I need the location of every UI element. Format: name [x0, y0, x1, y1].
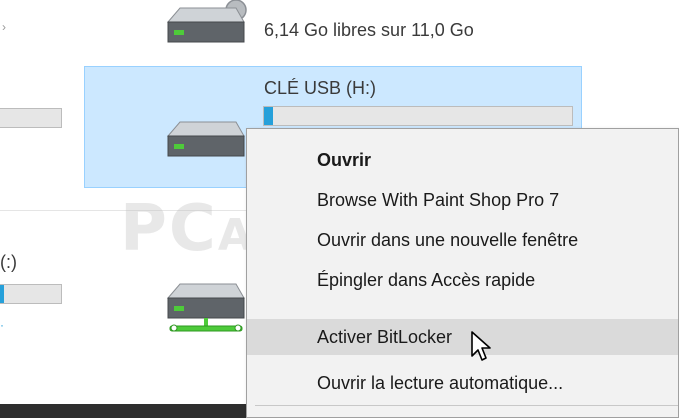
expand-arrow-icon[interactable]: ›	[2, 20, 6, 34]
usb-drive-icon	[160, 116, 250, 164]
usb-drive-usage-fill	[264, 107, 274, 125]
partial-drive-usage-fill	[0, 285, 4, 303]
menu-item-open[interactable]: Ouvrir	[247, 142, 678, 178]
menu-item-open-autoplay[interactable]: Ouvrir la lecture automatique...	[247, 365, 678, 401]
menu-item-activate-bitlocker[interactable]: Activer BitLocker	[247, 319, 678, 355]
screenshot-root: › 6,14 Go libres sur 11,0 Go CLÉ USB (H:…	[0, 0, 679, 418]
partial-drive-usage-bar	[0, 284, 62, 304]
usb-drive-usage-bar	[263, 106, 573, 126]
network-drive-icon[interactable]	[160, 278, 250, 338]
menu-item-open-new-window[interactable]: Ouvrir dans une nouvelle fenêtre	[247, 222, 678, 258]
drive-free-space: 6,14 Go libres sur 11,0 Go	[264, 20, 474, 40]
drive-usage-bar-partial	[0, 108, 62, 128]
partial-marker-icon: ·	[0, 318, 4, 332]
context-menu: Ouvrir Browse With Paint Shop Pro 7 Ouvr…	[246, 128, 679, 418]
usb-drive-label: CLÉ USB (H:)	[264, 78, 377, 98]
partial-drive-label: (:)	[0, 252, 17, 272]
menu-item-browse-paint-shop[interactable]: Browse With Paint Shop Pro 7	[247, 182, 678, 218]
menu-separator	[255, 405, 678, 406]
section-divider	[0, 210, 250, 211]
taskbar-strip	[0, 404, 246, 418]
hard-drive-icon[interactable]	[160, 0, 250, 48]
menu-item-pin-quick-access[interactable]: Épingler dans Accès rapide	[247, 262, 678, 298]
